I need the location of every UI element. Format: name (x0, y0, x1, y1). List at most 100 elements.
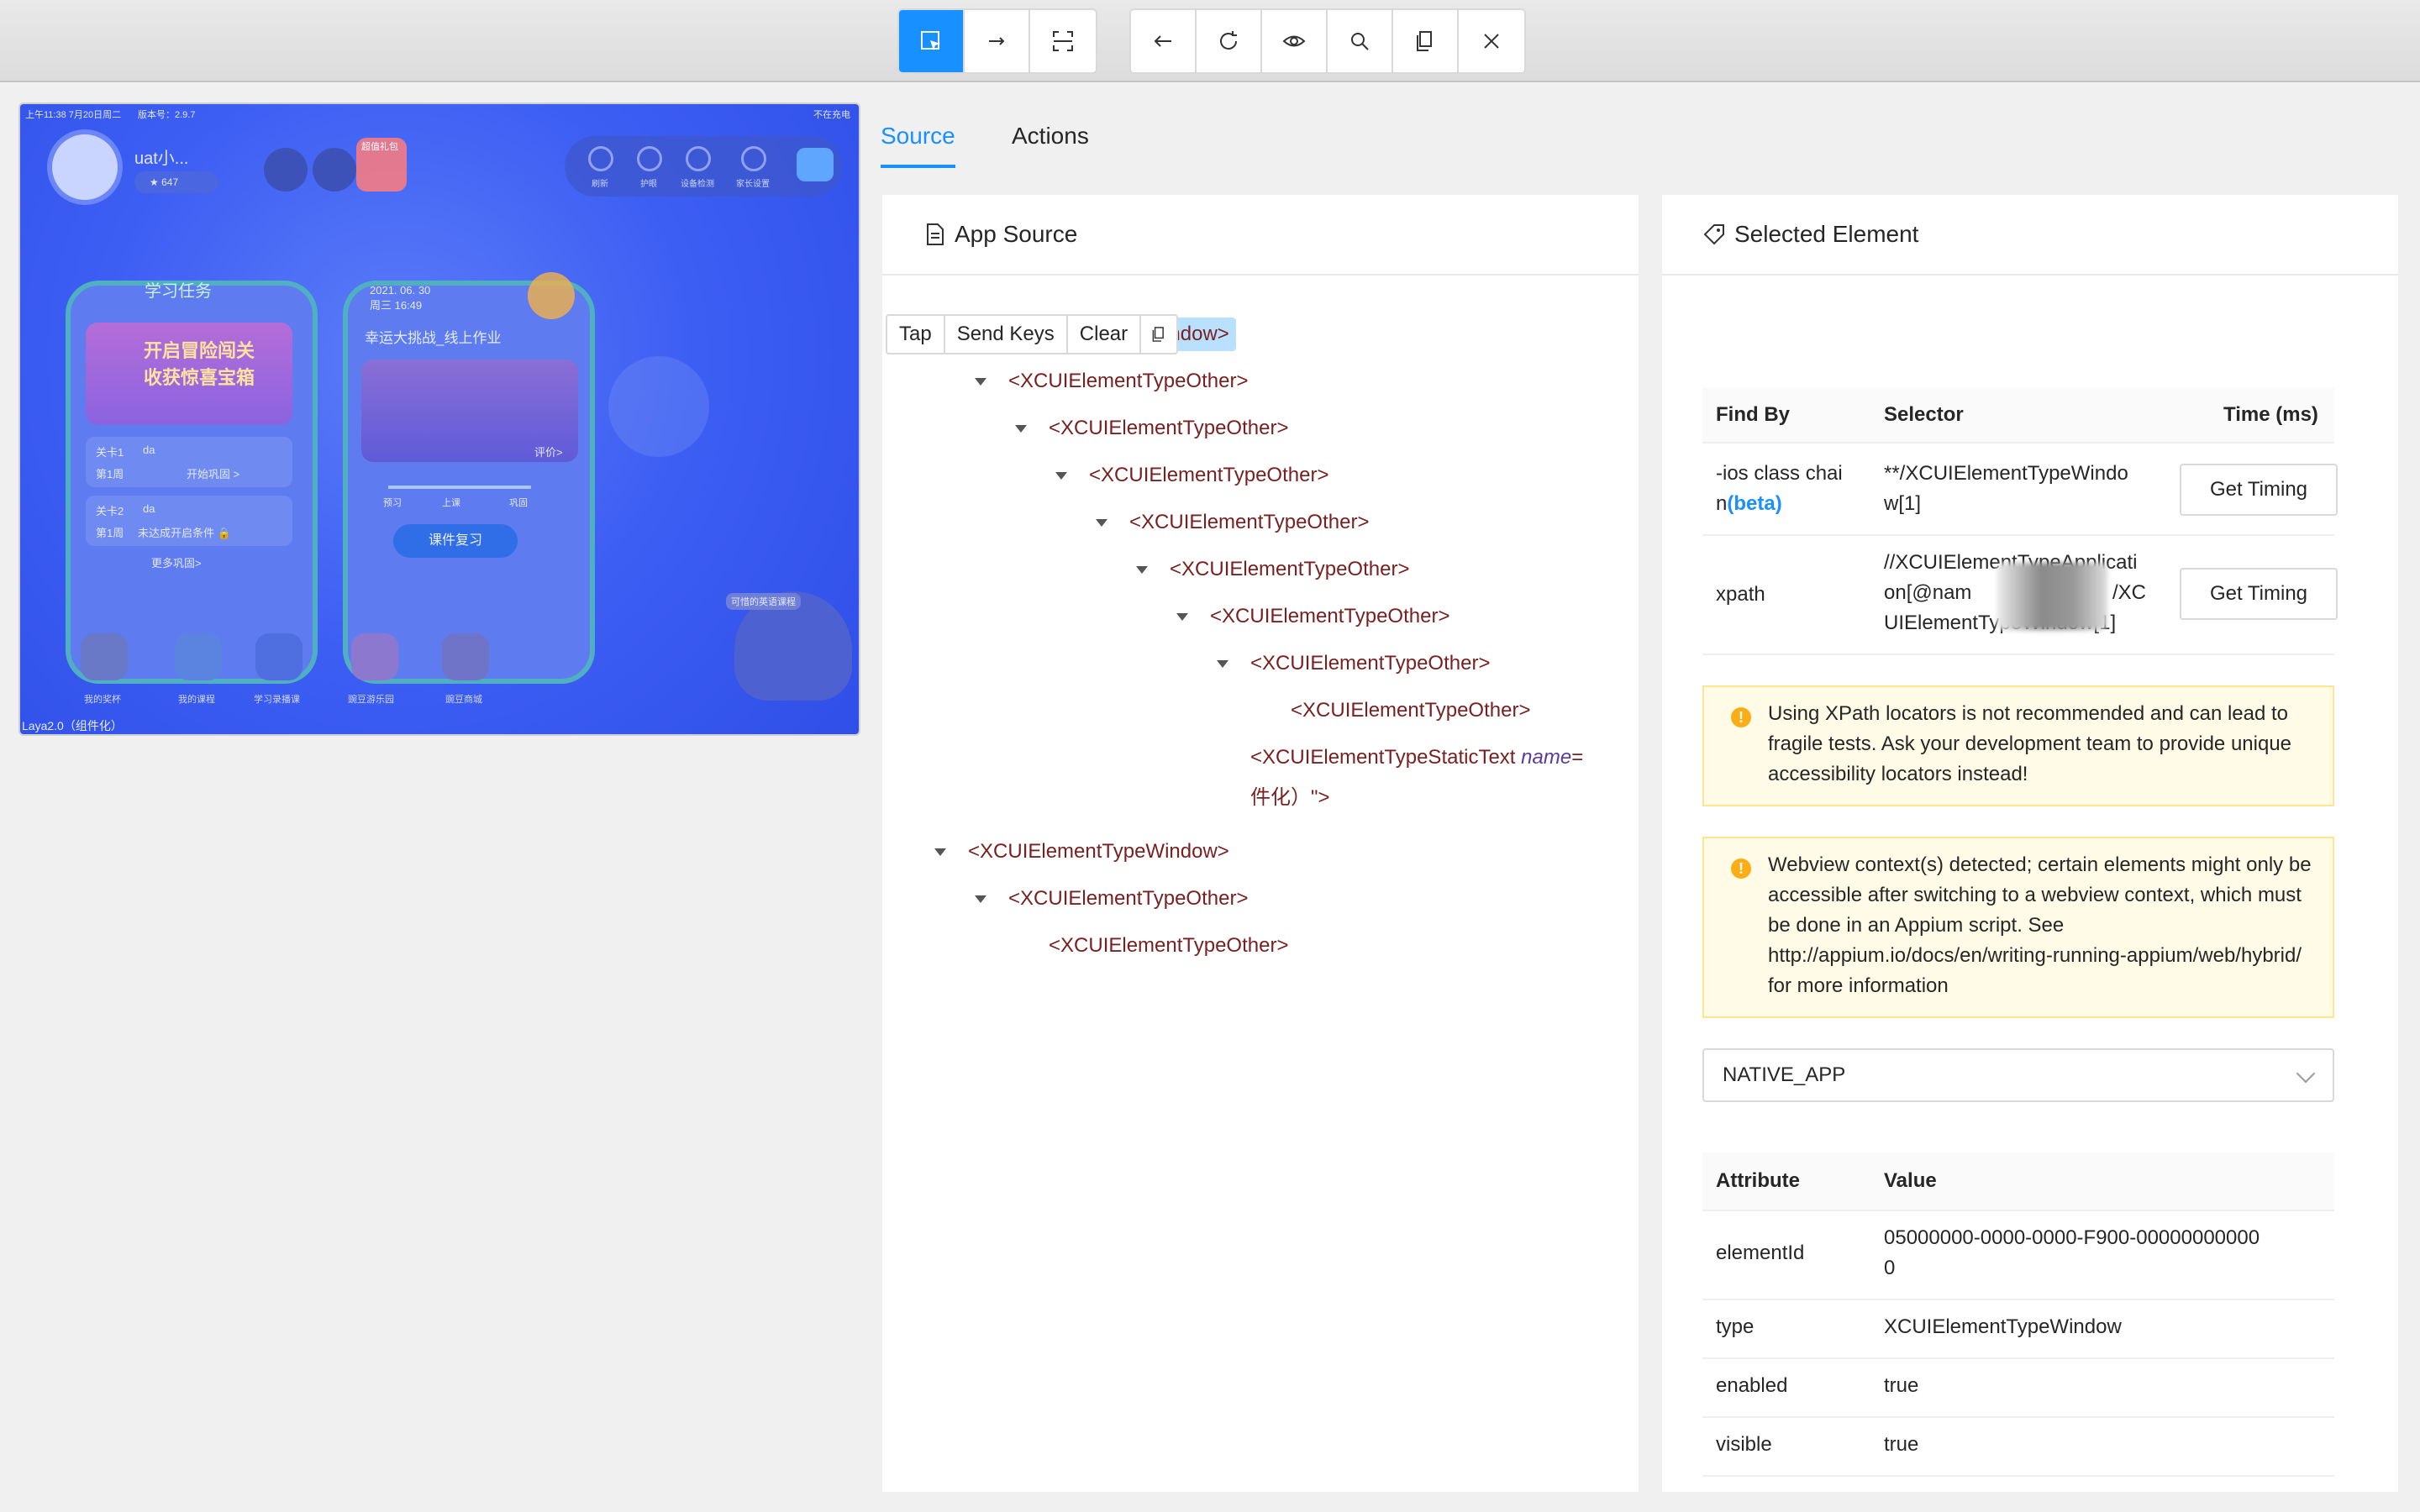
bell-icon (264, 148, 308, 192)
scan-icon (1053, 31, 1073, 51)
quit-session-button[interactable] (1459, 10, 1524, 72)
clear-button[interactable]: Clear (1068, 316, 1142, 353)
tab-source[interactable]: Source (881, 118, 955, 168)
level-label: 关卡2 (96, 505, 124, 517)
tree-expand-caret-icon[interactable] (975, 895, 986, 903)
carousel-icon[interactable] (351, 633, 398, 680)
copy-xml-button[interactable] (1393, 10, 1459, 72)
device-status-time: 上午11:38 7月20日周二 (25, 110, 122, 120)
tree-expand-caret-icon[interactable] (1136, 566, 1148, 574)
tree-node[interactable]: <XCUIElementTypeWindow> (968, 835, 1229, 869)
tree-expand-caret-icon[interactable] (1015, 425, 1027, 433)
more-link[interactable]: 更多巩固> (151, 554, 202, 570)
tree-node[interactable]: <XCUIElementTypeOther> (1008, 882, 1248, 916)
attribute-value: XCUIElementTypeWindow (1884, 1315, 2122, 1338)
back-button[interactable] (1131, 10, 1197, 72)
level-week: 第1周 (96, 468, 124, 480)
refresh-button[interactable] (1197, 10, 1262, 72)
tab-actions[interactable]: Actions (1012, 118, 1089, 165)
eye-icon (1282, 35, 1306, 47)
tag-icon (1703, 224, 1724, 245)
arrow-left-icon (1154, 35, 1171, 47)
tree-node[interactable]: <XCUIElementTypeOther> (1049, 929, 1288, 963)
app-source-title: App Source (955, 221, 1078, 247)
app-source-header: App Source (882, 195, 1639, 276)
copy-icon (1417, 31, 1432, 51)
level-action: 未达成开启条件 🔒 (138, 527, 231, 539)
tree-node[interactable]: <XCUIElementTypeOther> (1089, 459, 1328, 492)
redacted-blur (1996, 563, 2107, 630)
webview-warning: ! Webview context(s) detected; certain e… (1702, 837, 2334, 1018)
level-tag: da (143, 444, 155, 456)
tree-expand-caret-icon[interactable] (1176, 613, 1188, 621)
device-screenshot[interactable]: 上午11:38 7月20日周二 版本号：2.9.7 不在充电 uat小... ★… (20, 104, 859, 734)
attribute-name: enabled (1716, 1374, 1788, 1397)
value-header: Value (1884, 1169, 1937, 1192)
device-status-battery: 不在充电 (813, 110, 850, 120)
show-elements-button[interactable] (1262, 10, 1328, 72)
tap-button[interactable]: Tap (887, 316, 945, 353)
webview-warning-text: Webview context(s) detected; certain ele… (1768, 853, 2312, 997)
tree-node-tag: <XCUIElementTypeOther> (1291, 699, 1531, 722)
inspector-mode-group (897, 8, 1097, 74)
tree-expand-caret-icon[interactable] (934, 848, 946, 856)
bottom-nav-label: 我的课程 (178, 695, 215, 705)
tree-node[interactable]: <XCUIElementTypeOther> (1250, 647, 1490, 680)
tree-expand-caret-icon[interactable] (1217, 660, 1228, 668)
tree-expand-caret-icon[interactable] (1096, 519, 1107, 527)
context-select[interactable]: NATIVE_APP (1702, 1048, 2334, 1102)
gear-icon (741, 146, 766, 171)
copy-icon (1152, 327, 1165, 342)
get-timing-button[interactable]: Get Timing (2180, 464, 2338, 516)
progress-track (388, 486, 531, 489)
study-task-title: 学习任务 (145, 282, 212, 301)
tree-node-tag: <XCUIElementTypeOther> (1008, 887, 1249, 910)
time-header: Time (ms) (2223, 403, 2318, 426)
attribute-name: elementId (1716, 1242, 1805, 1264)
attribute-value: true (1884, 1433, 1919, 1456)
level-action[interactable]: 开始巩固 > (187, 465, 239, 481)
video-tv-icon[interactable] (255, 633, 302, 680)
english-course-label: 可惜的英语课程 (726, 593, 801, 610)
bottom-nav-label: 豌豆商城 (445, 695, 482, 705)
tree-node[interactable]: <XCUIElementTypeStaticText name= (1250, 741, 1583, 774)
tree-expand-caret-icon[interactable] (1055, 472, 1067, 480)
table-divider (1702, 534, 2334, 536)
decoration-bubble (608, 356, 709, 457)
top-menu-label: 家长设置 (736, 180, 770, 189)
tree-node[interactable]: <XCUIElementTypeOther> (1170, 553, 1409, 586)
trophy-icon[interactable] (81, 633, 128, 680)
shop-cart-icon[interactable] (442, 633, 489, 680)
tree-expand-caret-icon[interactable] (975, 378, 986, 386)
review-link[interactable]: 评价> (534, 444, 563, 459)
tap-coordinates-button[interactable] (1030, 10, 1096, 72)
find-by-strategy: -ios class chai (1716, 462, 1843, 485)
tree-node[interactable]: <XCUIElementTypeOther> (1291, 694, 1530, 727)
context-select-value: NATIVE_APP (1723, 1063, 1846, 1086)
tree-node[interactable]: <XCUIElementTypeOther> (1049, 412, 1288, 445)
xpath-warning-text: Using XPath locators is not recommended … (1768, 702, 2292, 785)
swipe-button[interactable] (965, 10, 1030, 72)
copy-attributes-button[interactable] (1141, 316, 1176, 353)
tree-node[interactable]: <XCUIElementTypeOther> (1008, 365, 1248, 398)
refresh-icon (588, 146, 613, 171)
send-keys-button[interactable]: Send Keys (945, 316, 1068, 353)
tree-node-continuation: 件化）"> (1250, 786, 1330, 809)
tree-node[interactable]: <XCUIElementTypeOther> (1210, 600, 1449, 633)
selector-value-cont: on[@nam (1884, 581, 1972, 604)
step-label: 预习 (383, 498, 402, 508)
attribute-header: Attribute (1716, 1169, 1800, 1192)
select-elements-button[interactable] (899, 10, 965, 72)
tree-node-tag: <XCUIElementTypeOther> (1170, 558, 1410, 580)
close-icon (1484, 34, 1499, 49)
courseware-review-button[interactable]: 课件复习 (393, 524, 518, 558)
search-button[interactable] (1328, 10, 1393, 72)
top-menu-label: 刷新 (592, 180, 608, 189)
tree-node[interactable]: <XCUIElementTypeOther> (1129, 506, 1369, 539)
find-by-strategy: xpath (1716, 583, 1765, 606)
top-menu-label: 护眼 (640, 180, 657, 189)
course-book-icon[interactable] (175, 633, 222, 680)
table-divider (1702, 1299, 2334, 1300)
get-timing-button[interactable]: Get Timing (2180, 568, 2338, 620)
element-action-buttons: Tap Send Keys Clear (886, 314, 1179, 354)
